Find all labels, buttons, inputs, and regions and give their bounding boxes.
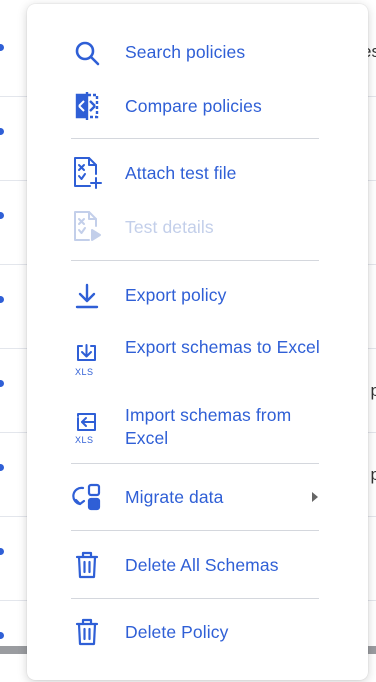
menu-item-export-schemas-excel[interactable]: XLS Export schemas to Excel	[27, 336, 368, 384]
menu-item-migrate-data[interactable]: Migrate data	[27, 481, 368, 513]
menu-item-delete-policy[interactable]: Delete Policy	[27, 616, 368, 648]
xls-badge: XLS	[75, 435, 94, 445]
trash-icon	[71, 549, 103, 581]
menu-separator	[71, 260, 319, 261]
row-indicator	[0, 380, 4, 387]
attach-file-icon	[71, 156, 103, 189]
row-text-fragment: p	[370, 465, 376, 484]
menu-item-search-policies[interactable]: Search policies	[27, 37, 368, 67]
submenu-arrow-icon	[312, 492, 318, 502]
migrate-icon	[71, 481, 103, 513]
import-xls-icon: XLS	[71, 410, 103, 446]
menu-separator	[71, 463, 319, 464]
menu-item-label: Test details	[125, 217, 214, 237]
menu-item-label: Search policies	[125, 42, 246, 62]
actions-menu: Search policies Compare policies Attach …	[27, 4, 368, 680]
compare-icon	[71, 90, 103, 122]
menu-item-label: Import schemas from Excel	[125, 405, 292, 448]
test-details-icon	[71, 210, 103, 242]
menu-separator	[71, 138, 319, 139]
menu-item-compare-policies[interactable]: Compare policies	[27, 90, 368, 122]
menu-item-attach-test-file[interactable]: Attach test file	[27, 156, 368, 190]
menu-item-label: Migrate data	[125, 487, 224, 507]
trash-icon	[71, 616, 103, 648]
menu-separator	[71, 530, 319, 531]
row-indicator	[0, 128, 4, 135]
menu-item-label: Attach test file	[125, 163, 237, 183]
menu-item-test-details: Test details	[27, 210, 368, 244]
menu-separator	[71, 598, 319, 599]
row-indicator	[0, 464, 4, 471]
export-xls-icon: XLS	[71, 342, 103, 378]
menu-item-label: Delete Policy	[125, 622, 229, 642]
download-icon	[71, 280, 103, 312]
menu-item-delete-all-schemas[interactable]: Delete All Schemas	[27, 549, 368, 581]
menu-item-label: Compare policies	[125, 96, 262, 116]
row-indicator	[0, 632, 4, 639]
menu-item-import-schemas-excel[interactable]: XLS Import schemas from Excel	[27, 404, 368, 452]
menu-item-label: Export schemas to Excel	[125, 337, 320, 357]
menu-item-label: Export policy	[125, 285, 227, 305]
menu-item-export-policy[interactable]: Export policy	[27, 280, 368, 310]
row-indicator	[0, 296, 4, 303]
row-indicator	[0, 548, 4, 555]
xls-badge: XLS	[75, 367, 94, 377]
menu-item-label: Delete All Schemas	[125, 555, 279, 575]
row-text-fragment: p	[370, 381, 376, 400]
row-indicator	[0, 212, 4, 219]
row-indicator	[0, 44, 4, 51]
search-icon	[71, 37, 103, 69]
